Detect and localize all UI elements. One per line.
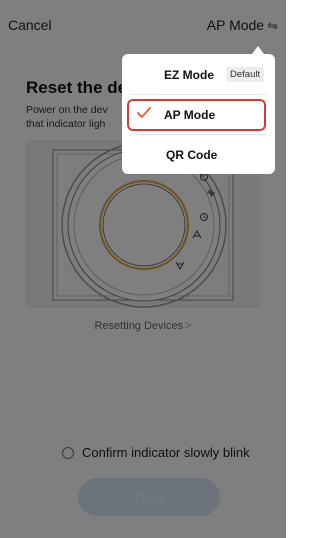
menu-item-ez-mode[interactable]: EZ Mode Default bbox=[122, 54, 275, 94]
menu-item-label: EZ Mode bbox=[164, 68, 214, 82]
menu-item-qr-code[interactable]: QR Code bbox=[122, 134, 275, 174]
menu-item-label: QR Code bbox=[166, 148, 218, 162]
popup-arrow bbox=[252, 46, 264, 54]
default-badge: Default bbox=[226, 67, 265, 82]
selection-highlight bbox=[127, 99, 266, 131]
screen: Cancel AP Mode ⇋ Reset the de Power on t… bbox=[0, 0, 286, 538]
